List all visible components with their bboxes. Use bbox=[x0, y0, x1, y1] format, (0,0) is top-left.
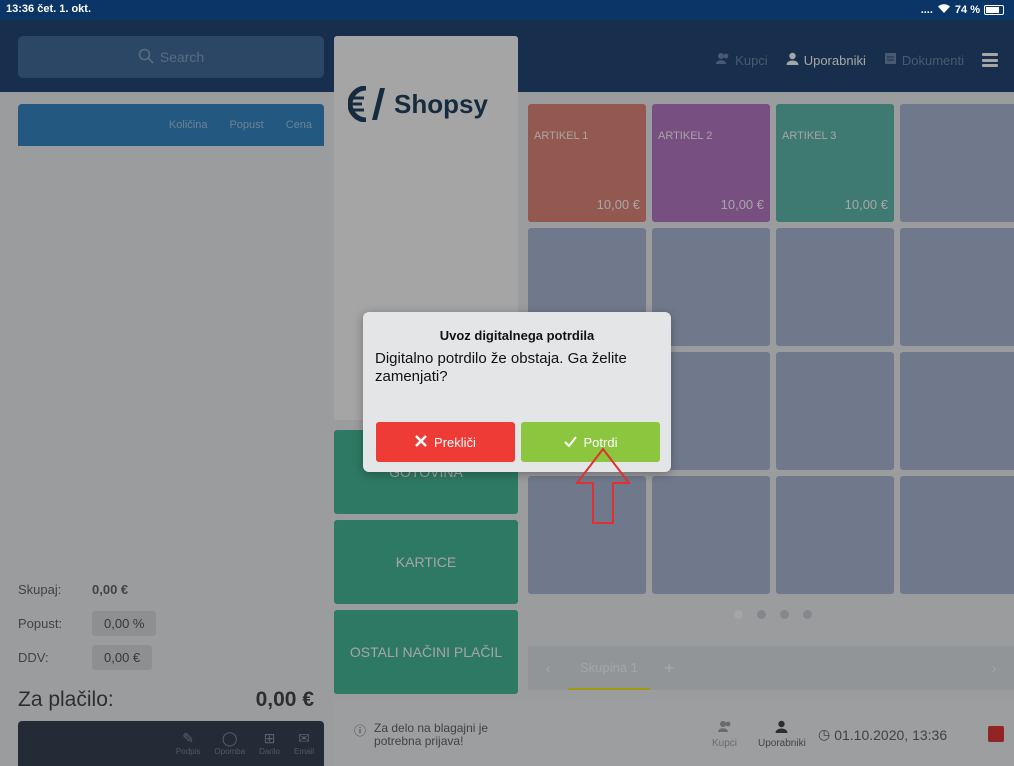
wifi-icon bbox=[937, 3, 951, 17]
signal-dots: .... bbox=[920, 4, 933, 16]
status-time: 13:36 čet. 1. okt. bbox=[6, 3, 91, 15]
status-right: .... 74 % bbox=[921, 3, 1004, 17]
close-icon bbox=[415, 434, 427, 450]
battery-percent: 74 % bbox=[954, 4, 980, 16]
status-bar: 13:36 čet. 1. okt. .... 74 % bbox=[0, 0, 1014, 20]
dialog-title: Uvoz digitalnega potrdila bbox=[439, 328, 595, 343]
cancel-button[interactable]: Prekliči bbox=[376, 422, 515, 462]
annotation-arrow-icon bbox=[574, 447, 632, 530]
battery-icon bbox=[984, 5, 1004, 15]
dialog-message: Digitalno potrdilo že obstaja. Ga želite… bbox=[375, 350, 627, 385]
